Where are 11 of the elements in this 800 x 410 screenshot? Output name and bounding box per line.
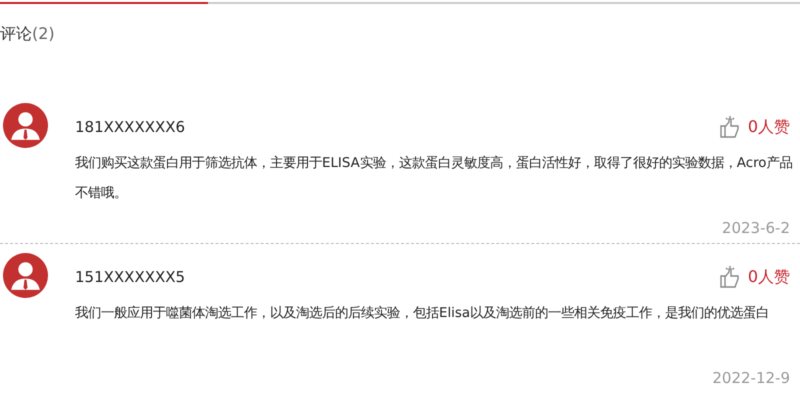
like-count: 0人赞 — [748, 266, 790, 288]
avatar-icon — [3, 253, 48, 298]
username: 181XXXXXXX6 — [75, 118, 186, 136]
comment-text: 我们一般应用于噬菌体淘选工作，以及淘选后的后续实验，包括Elisa以及淘选前的一些相关免疫工作，是我们的优选蛋白 — [75, 304, 770, 323]
username: 151XXXXXXX5 — [75, 268, 186, 286]
like-count: 0人赞 — [748, 116, 790, 138]
comment-date: 2022-12-9 — [712, 369, 790, 387]
avatar-icon — [3, 103, 48, 148]
comments-heading: 评论(2) — [0, 24, 55, 43]
comment-text: 我们购买这款蛋白用于筛选抗体，主要用于ELISA实验，这款蛋白灵敏度高，蛋白活性好，取得了很好的实验数据，Acro产品不错哦。 — [75, 154, 794, 203]
comment-date: 2023-6-2 — [722, 219, 790, 237]
